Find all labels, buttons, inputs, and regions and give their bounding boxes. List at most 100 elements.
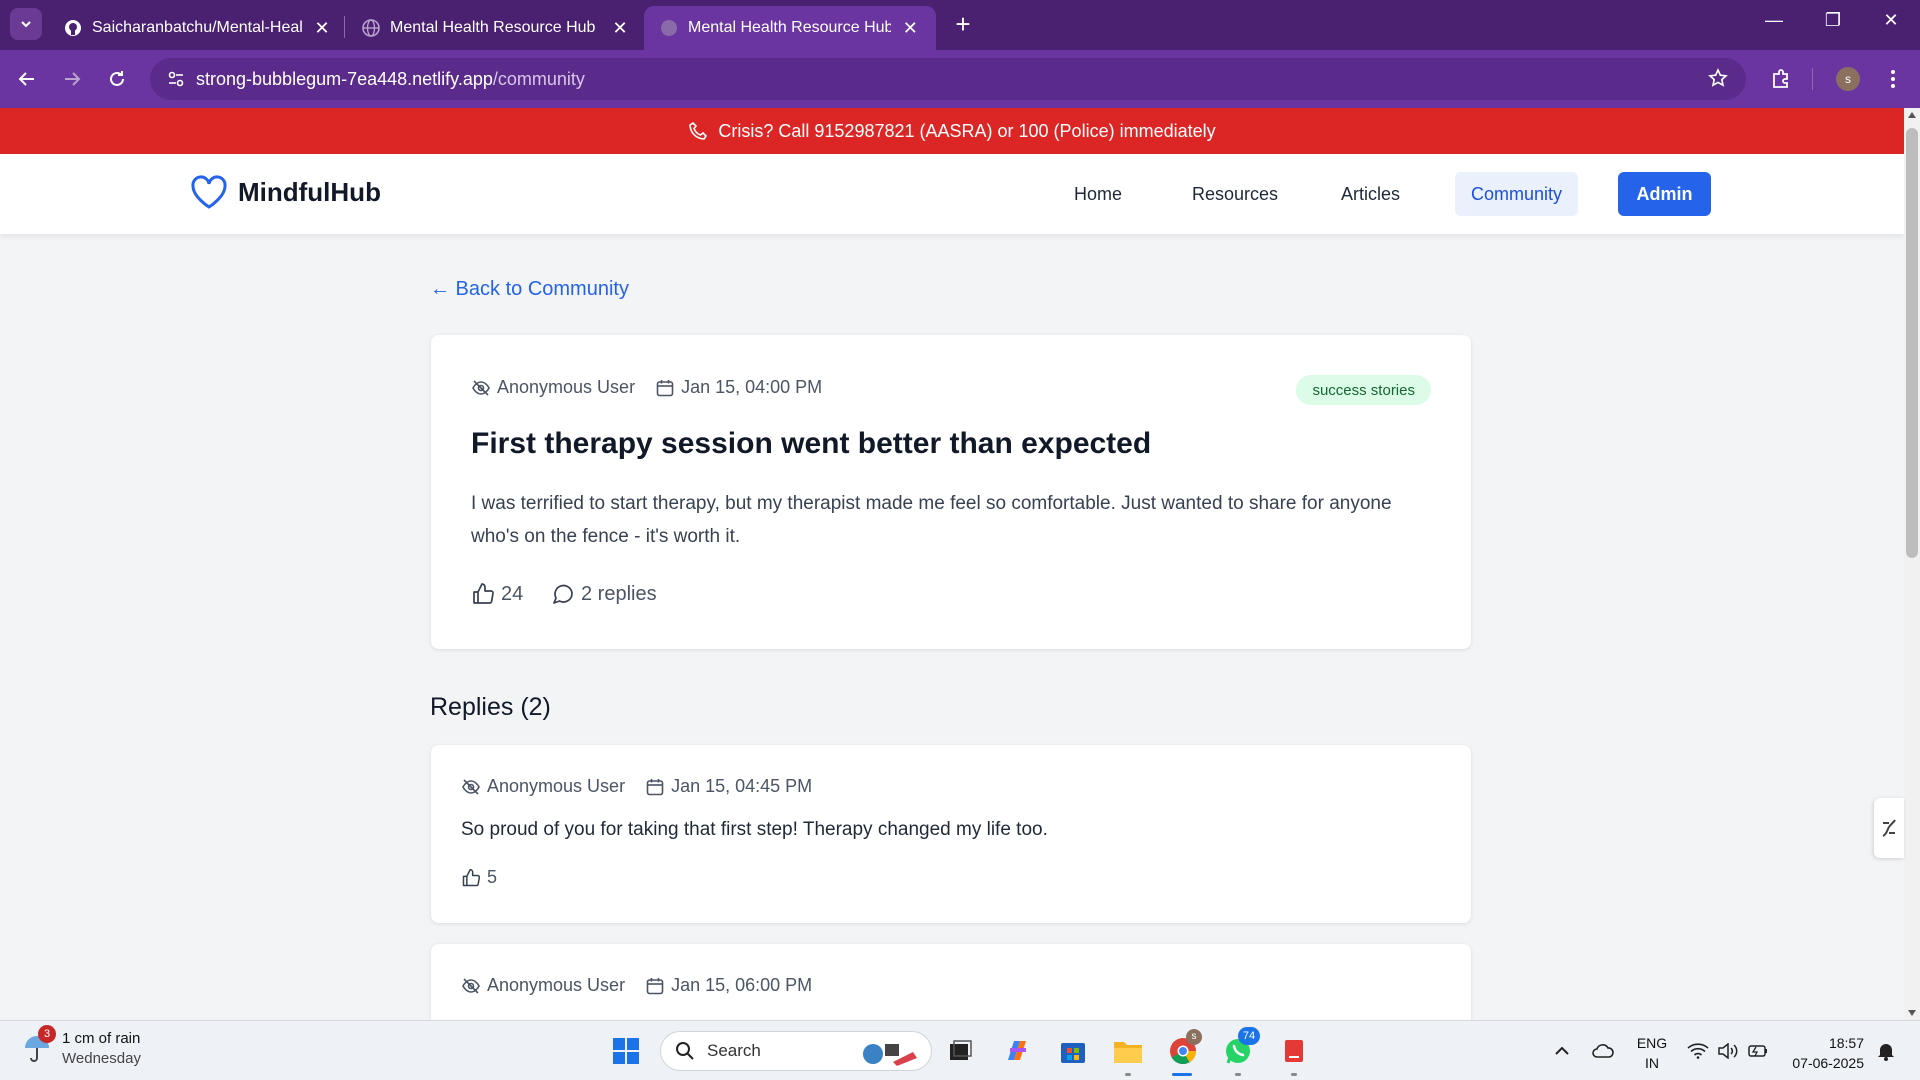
chevron-down-icon	[21, 21, 31, 28]
volume-icon[interactable]	[1714, 1021, 1742, 1080]
running-indicator	[1291, 1073, 1297, 1076]
nav-community[interactable]: Community	[1455, 172, 1579, 216]
minimize-button[interactable]: —	[1754, 10, 1794, 31]
reply-like-button[interactable]: 5	[461, 867, 497, 888]
bookmark-star-icon[interactable]	[1708, 68, 1728, 93]
tab-resource-hub-active[interactable]: Mental Health Resource Hub - S ✕	[644, 6, 936, 50]
nav-resources[interactable]: Resources	[1176, 172, 1294, 216]
post-like-button[interactable]: 24	[471, 582, 523, 606]
post-body: I was terrified to start therapy, but my…	[471, 493, 1392, 547]
message-circle-icon	[553, 584, 573, 604]
weather-line1: 1 cm of rain	[62, 1030, 141, 1047]
running-indicator	[1235, 1073, 1241, 1076]
back-button[interactable]	[12, 64, 42, 94]
category-badge: success stories	[1296, 375, 1431, 405]
post-title: First therapy session went better than e…	[471, 427, 1152, 460]
scroll-up-arrow-icon[interactable]	[1907, 111, 1917, 119]
nav-articles[interactable]: Articles	[1325, 172, 1416, 216]
running-indicator	[1125, 1073, 1131, 1076]
microsoft-store-icon[interactable]	[1055, 1033, 1091, 1069]
post-date: Jan 15, 04:00 PM	[681, 377, 823, 397]
crisis-banner: Crisis? Call 9152987821 (AASRA) or 100 (…	[0, 108, 1904, 154]
reply-date: Jan 15, 06:00 PM	[671, 975, 813, 995]
close-icon[interactable]: ✕	[610, 18, 630, 39]
post-replies-count: 2 replies	[551, 582, 657, 606]
tab-title: Mental Health Resource Hub - S	[390, 19, 600, 36]
weather-widget[interactable]: 1 cm of rain Wednesday 3	[22, 1025, 141, 1069]
close-icon[interactable]: ✕	[312, 18, 332, 39]
forward-button[interactable]	[57, 64, 87, 94]
copilot-icon[interactable]	[999, 1033, 1035, 1069]
thumbs-up-icon	[473, 583, 494, 604]
weather-badge: 3	[38, 1025, 56, 1043]
menu-kebab-icon[interactable]	[1878, 64, 1908, 94]
reply-author: Anonymous User	[487, 975, 626, 995]
new-tab-button[interactable]: +	[948, 10, 978, 40]
brand-name: MindfulHub	[238, 176, 381, 207]
wifi-icon[interactable]	[1684, 1021, 1712, 1080]
brand-logo-link[interactable]: MindfulHub	[190, 174, 381, 210]
reply-date: Jan 15, 04:45 PM	[671, 776, 813, 796]
back-to-community-link[interactable]: ← Back to Community	[430, 278, 629, 301]
nav-admin-button[interactable]: Admin	[1618, 172, 1711, 216]
globe-icon	[362, 19, 380, 37]
browser-tab-bar: Saicharanbatchu/Mental-Healt ✕ Mental He…	[0, 0, 1920, 50]
calendar-icon	[656, 379, 674, 396]
whatsapp-badge: 74	[1238, 1027, 1260, 1045]
system-clock[interactable]: 18:57 07-06-2025	[1780, 1033, 1864, 1073]
tray-overflow-chevron-icon[interactable]	[1548, 1021, 1576, 1080]
windows-taskbar: 1 cm of rain Wednesday 3 Search s 74 ENG…	[0, 1020, 1920, 1080]
lang-line1: ENG	[1636, 1035, 1668, 1051]
windows-start-icon[interactable]	[608, 1033, 644, 1069]
extensions-icon[interactable]	[1766, 64, 1796, 94]
site-header: MindfulHub Home Resources Articles Commu…	[0, 154, 1904, 234]
post-meta: Anonymous User Jan 15, 04:00 PM	[471, 377, 822, 398]
weather-line2: Wednesday	[62, 1050, 141, 1067]
phone-icon	[689, 121, 708, 140]
notifications-bell-icon[interactable]	[1872, 1021, 1900, 1080]
tab-resource-hub-1[interactable]: Mental Health Resource Hub - S ✕	[346, 6, 646, 50]
site-info-icon[interactable]	[156, 70, 196, 88]
file-explorer-icon[interactable]	[1110, 1033, 1146, 1069]
replies-heading: Replies (2)	[430, 693, 551, 721]
active-indicator	[1172, 1073, 1192, 1076]
thumbs-up-icon	[462, 868, 481, 886]
search-icon	[676, 1042, 694, 1060]
scroll-down-arrow-icon[interactable]	[1907, 1009, 1917, 1017]
calendar-icon	[646, 977, 664, 994]
restore-button[interactable]: ❐	[1813, 10, 1853, 31]
github-icon	[64, 19, 82, 37]
sidebar-handle-icon	[1882, 819, 1896, 837]
reply-meta: Anonymous User Jan 15, 06:00 PM	[461, 975, 812, 996]
close-icon[interactable]: ✕	[901, 18, 920, 39]
eye-off-icon	[462, 977, 480, 994]
reply-author: Anonymous User	[487, 776, 626, 796]
taskbar-search[interactable]: Search	[660, 1031, 932, 1071]
browser-toolbar: strong-bubblegum-7ea448.netlify.app/comm…	[0, 50, 1920, 108]
reload-icon	[110, 71, 124, 86]
tab-title: Mental Health Resource Hub - S	[688, 19, 891, 36]
close-window-button[interactable]: ✕	[1871, 10, 1911, 31]
onedrive-cloud-icon[interactable]	[1588, 1021, 1618, 1080]
clock-date: 07-06-2025	[1792, 1055, 1864, 1071]
nav-home[interactable]: Home	[1058, 172, 1138, 216]
language-indicator[interactable]: ENG IN	[1632, 1033, 1672, 1073]
globe-icon	[660, 19, 678, 37]
lang-line2: IN	[1645, 1055, 1659, 1071]
task-view-icon[interactable]	[942, 1033, 978, 1069]
arrow-right-icon	[65, 72, 81, 86]
calendar-icon	[646, 778, 664, 795]
post-card: Anonymous User Jan 15, 04:00 PM success …	[431, 335, 1471, 649]
address-bar[interactable]: strong-bubblegum-7ea448.netlify.app/comm…	[150, 58, 1746, 100]
reload-button[interactable]	[102, 64, 132, 94]
tab-github[interactable]: Saicharanbatchu/Mental-Healt ✕	[48, 6, 348, 50]
eye-off-icon	[472, 379, 490, 396]
tab-search-button[interactable]	[10, 8, 42, 40]
profile-avatar[interactable]: s	[1836, 67, 1860, 91]
reply-card: Anonymous User Jan 15, 04:45 PM So proud…	[431, 745, 1471, 923]
scroll-thumb[interactable]	[1906, 128, 1918, 558]
app-red-icon[interactable]	[1276, 1033, 1312, 1069]
arrow-left-icon	[18, 72, 34, 86]
side-panel-toggle[interactable]	[1874, 798, 1904, 858]
battery-icon[interactable]	[1744, 1021, 1772, 1080]
